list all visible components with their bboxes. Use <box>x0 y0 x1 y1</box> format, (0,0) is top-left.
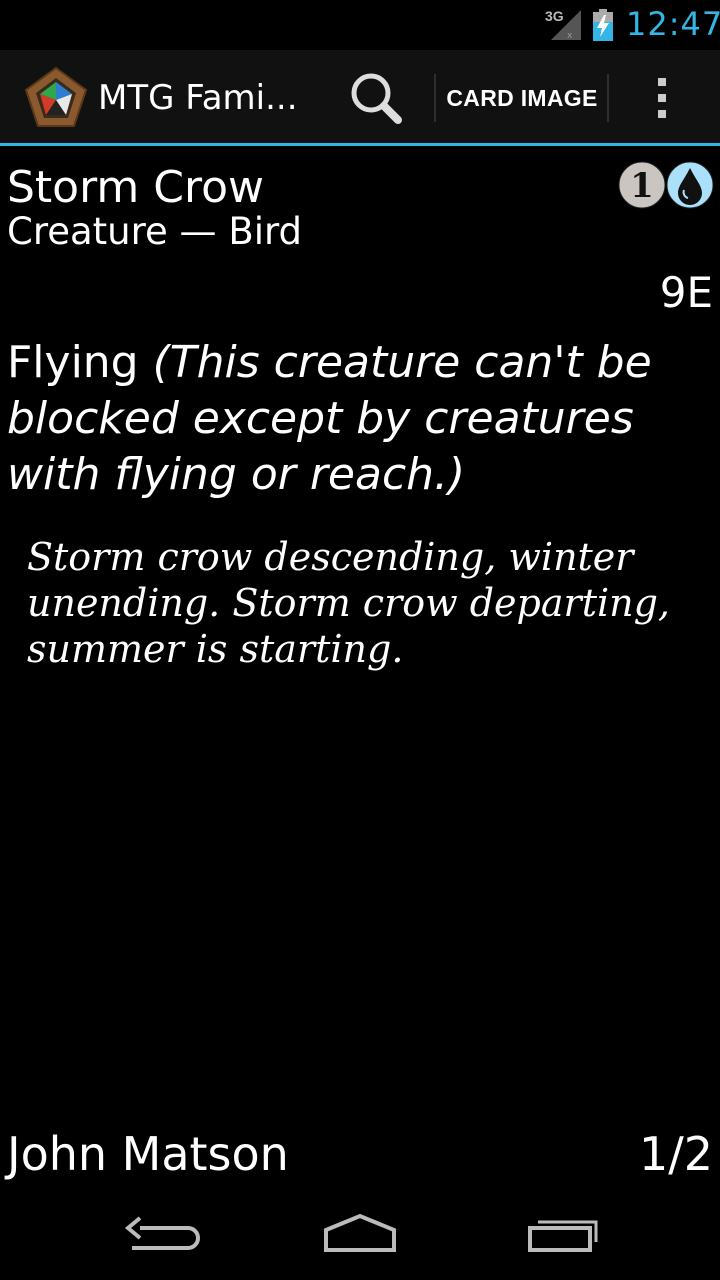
set-code: 9E <box>659 268 713 317</box>
back-icon[interactable] <box>110 1208 210 1258</box>
svg-text:x: x <box>567 31 573 41</box>
mana-cost: 1 <box>618 160 716 210</box>
rules-keyword: Flying <box>7 337 153 388</box>
overflow-menu-icon[interactable] <box>630 64 696 132</box>
navigation-bar <box>0 1186 720 1280</box>
status-time: 12:47 <box>626 5 720 43</box>
action-bar: MTG Fami... CARD IMAGE <box>0 50 720 146</box>
mana-generic-value: 1 <box>630 166 654 206</box>
status-bar: 3G x 12:47 <box>0 0 720 50</box>
recent-apps-icon[interactable] <box>510 1208 610 1258</box>
artist-name: John Matson <box>7 1127 289 1181</box>
app-logo-icon[interactable] <box>24 66 88 130</box>
card-type-line: Creature — Bird <box>7 210 303 253</box>
search-icon[interactable] <box>340 64 416 132</box>
home-icon[interactable] <box>310 1208 410 1258</box>
battery-charging-icon <box>592 9 614 41</box>
generic-mana-symbol: 1 <box>618 161 666 209</box>
power-toughness: 1/2 <box>638 1127 713 1181</box>
flavor-text: Storm crow descending, winter unending. … <box>27 535 670 671</box>
rules-text: Flying (This creature can't be blocked e… <box>7 335 717 503</box>
blue-mana-icon <box>666 161 714 209</box>
signal-icon: 3G x <box>545 8 585 42</box>
app-title: MTG Fami... <box>98 78 298 118</box>
card-name: Storm Crow <box>7 162 265 213</box>
card-image-label: CARD IMAGE <box>446 84 598 111</box>
card-image-button[interactable]: CARD IMAGE <box>437 62 607 134</box>
action-divider <box>607 74 609 122</box>
action-divider <box>434 74 436 122</box>
